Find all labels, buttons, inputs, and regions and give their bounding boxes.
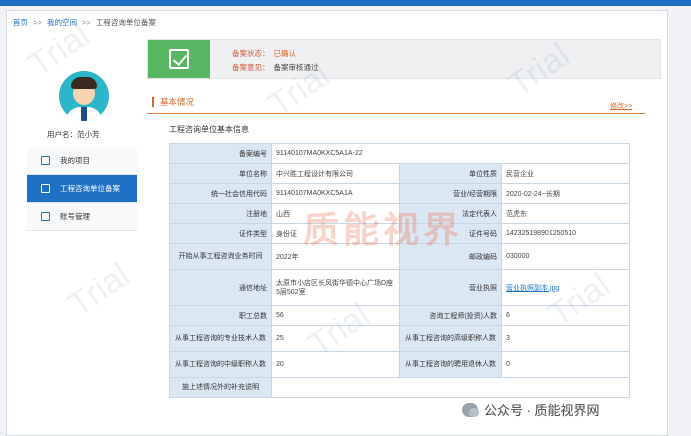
pro-tech-label: 从事工程咨询的专业技术人数 bbox=[169, 325, 272, 352]
postcode-value: 030000 bbox=[500, 243, 631, 270]
sidebar: 用户名：范小芳 我的项目 工程咨询单位备案 账号管理 bbox=[7, 41, 142, 436]
table-caption: 工程咨询单位基本信息 bbox=[169, 125, 249, 134]
wechat-icon bbox=[462, 402, 479, 417]
corner-watermark-text: 公众号 · 质能视界网 bbox=[484, 403, 600, 418]
sidebar-item-label: 工程咨询单位备案 bbox=[60, 184, 120, 193]
breadcrumb-home-link[interactable]: 首页 bbox=[13, 18, 28, 27]
start-year-value: 2022年 bbox=[271, 243, 400, 270]
table-row: 统一社会信用代码 91140107MA0KXC5A1A 营业/经营期限 2020… bbox=[169, 183, 631, 204]
consult-engineer-label: 咨询工程师(投资)人数 bbox=[399, 305, 502, 326]
start-year-label: 开始从事工程咨询业务时间 bbox=[169, 243, 272, 270]
business-license-link[interactable]: 营业执照副本.jpg bbox=[506, 285, 559, 292]
table-row: 单位名称 中兴胜工程设计有限公司 单位性质 民营企业 bbox=[169, 163, 631, 184]
avatar-hair bbox=[71, 77, 97, 89]
table-row: 通信地址 太原市小店区长风街华德中心广场D座5层502室 营业执照 营业执照副本… bbox=[169, 269, 631, 306]
status-opinion-label: 备案意见： bbox=[232, 63, 270, 72]
table-row: 开始从事工程咨询业务时间 2022年 邮政编码 030000 bbox=[169, 243, 631, 270]
breadcrumb-separator: >> bbox=[82, 18, 91, 27]
senior-title-value: 3 bbox=[500, 325, 631, 352]
business-period-label: 营业/经营期限 bbox=[399, 183, 502, 204]
document-icon bbox=[41, 156, 50, 165]
breadcrumb: 首页 >> 我的空间 >> 工程咨询单位备案 bbox=[13, 17, 156, 28]
table-row: 施上述情况外的补充说明 bbox=[169, 377, 631, 398]
sidebar-item-account[interactable]: 账号管理 bbox=[27, 203, 137, 231]
table-row: 备案编号 91140107MA0KXC5A1A-22 bbox=[169, 143, 631, 164]
sidebar-item-my-projects[interactable]: 我的项目 bbox=[27, 147, 137, 175]
unit-nature-label: 单位性质 bbox=[399, 163, 502, 184]
staff-total-label: 职工总数 bbox=[169, 305, 272, 326]
retired-hire-value: 0 bbox=[500, 351, 631, 378]
basic-info-table: 备案编号 91140107MA0KXC5A1A-22 单位名称 中兴胜工程设计有… bbox=[169, 143, 631, 398]
status-check-badge bbox=[148, 40, 210, 78]
business-period-value: 2020-02-24~长期 bbox=[500, 183, 631, 204]
legal-rep-value: 范虎东 bbox=[500, 203, 631, 224]
section-title: 基本情况 bbox=[152, 97, 194, 107]
record-no-label: 备案编号 bbox=[169, 143, 272, 164]
sidebar-item-label: 账号管理 bbox=[60, 212, 90, 221]
corner-watermark: 公众号 · 质能视界网 bbox=[462, 400, 600, 419]
unit-name-label: 单位名称 bbox=[169, 163, 272, 184]
table-row: 注册地 山西 法定代表人 范虎东 bbox=[169, 203, 631, 224]
business-license-label: 营业执照 bbox=[399, 269, 502, 306]
table-row: 从事工程咨询的中级职称人数 20 从事工程咨询的聘用退休人数 0 bbox=[169, 351, 631, 378]
pro-tech-value: 25 bbox=[271, 325, 400, 352]
retired-hire-label: 从事工程咨询的聘用退休人数 bbox=[399, 351, 502, 378]
other-notes-value bbox=[270, 377, 631, 398]
consult-engineer-value: 6 bbox=[500, 305, 631, 326]
top-bar bbox=[0, 0, 691, 6]
edit-link[interactable]: 修改>> bbox=[610, 101, 632, 111]
status-state-value: 已确认 bbox=[273, 49, 297, 58]
file-icon bbox=[41, 184, 50, 193]
id-type-label: 证件类型 bbox=[169, 223, 272, 244]
avatar-tie bbox=[81, 107, 87, 121]
id-number-value: 142325198901250510 bbox=[500, 223, 631, 244]
sidebar-item-label: 我的项目 bbox=[60, 156, 90, 165]
breadcrumb-my-space-link[interactable]: 我的空间 bbox=[47, 18, 77, 27]
middle-title-value: 20 bbox=[271, 351, 400, 378]
status-state-label: 备案状态： bbox=[232, 49, 270, 58]
record-no-value: 91140107MA0KXC5A1A-22 bbox=[270, 143, 631, 164]
other-notes-label: 施上述情况外的补充说明 bbox=[169, 377, 272, 398]
status-opinion-value: 备案审核通过 bbox=[273, 63, 319, 72]
table-row: 职工总数 56 咨询工程师(投资)人数 6 bbox=[169, 305, 631, 326]
address-value: 太原市小店区长风街华德中心广场D座5层502室 bbox=[271, 269, 400, 306]
registered-place-value: 山西 bbox=[271, 203, 400, 224]
credit-code-value: 91140107MA0KXC5A1A bbox=[271, 183, 400, 204]
credit-code-label: 统一社会信用代码 bbox=[169, 183, 272, 204]
status-state-row: 备案状态： 已确认 bbox=[232, 48, 296, 59]
avatar bbox=[59, 71, 109, 121]
section-divider bbox=[147, 113, 645, 114]
sidebar-menu: 我的项目 工程咨询单位备案 账号管理 bbox=[27, 147, 137, 231]
sidebar-item-consulting-filing[interactable]: 工程咨询单位备案 bbox=[27, 175, 137, 203]
postcode-label: 邮政编码 bbox=[399, 243, 502, 270]
id-type-value: 身份证 bbox=[271, 223, 400, 244]
unit-name-value: 中兴胜工程设计有限公司 bbox=[271, 163, 400, 184]
username-value: 范小芳 bbox=[77, 130, 100, 139]
filing-status-panel: 备案状态： 已确认 备案意见： 备案审核通过 bbox=[147, 39, 661, 79]
middle-title-label: 从事工程咨询的中级职称人数 bbox=[169, 351, 272, 378]
staff-total-value: 56 bbox=[271, 305, 400, 326]
status-opinion-row: 备案意见： 备案审核通过 bbox=[232, 62, 319, 73]
address-label: 通信地址 bbox=[169, 269, 272, 306]
registered-place-label: 注册地 bbox=[169, 203, 272, 224]
id-number-label: 证件号码 bbox=[399, 223, 502, 244]
breadcrumb-separator: >> bbox=[33, 18, 42, 27]
username: 用户名：范小芳 bbox=[47, 129, 100, 140]
table-row: 证件类型 身份证 证件号码 142325198901250510 bbox=[169, 223, 631, 244]
business-license-cell: 营业执照副本.jpg bbox=[500, 269, 631, 306]
table-row: 从事工程咨询的专业技术人数 25 从事工程咨询的高级职称人数 3 bbox=[169, 325, 631, 352]
breadcrumb-current: 工程咨询单位备案 bbox=[95, 18, 156, 27]
main-page: 首页 >> 我的空间 >> 工程咨询单位备案 用户名：范小芳 我的项目 工程咨询… bbox=[6, 10, 668, 436]
unit-nature-value: 民营企业 bbox=[500, 163, 631, 184]
legal-rep-label: 法定代表人 bbox=[399, 203, 502, 224]
checkbox-checked-icon bbox=[169, 49, 189, 69]
username-label: 用户名： bbox=[47, 130, 77, 139]
senior-title-label: 从事工程咨询的高级职称人数 bbox=[399, 325, 502, 352]
account-icon bbox=[41, 212, 50, 221]
